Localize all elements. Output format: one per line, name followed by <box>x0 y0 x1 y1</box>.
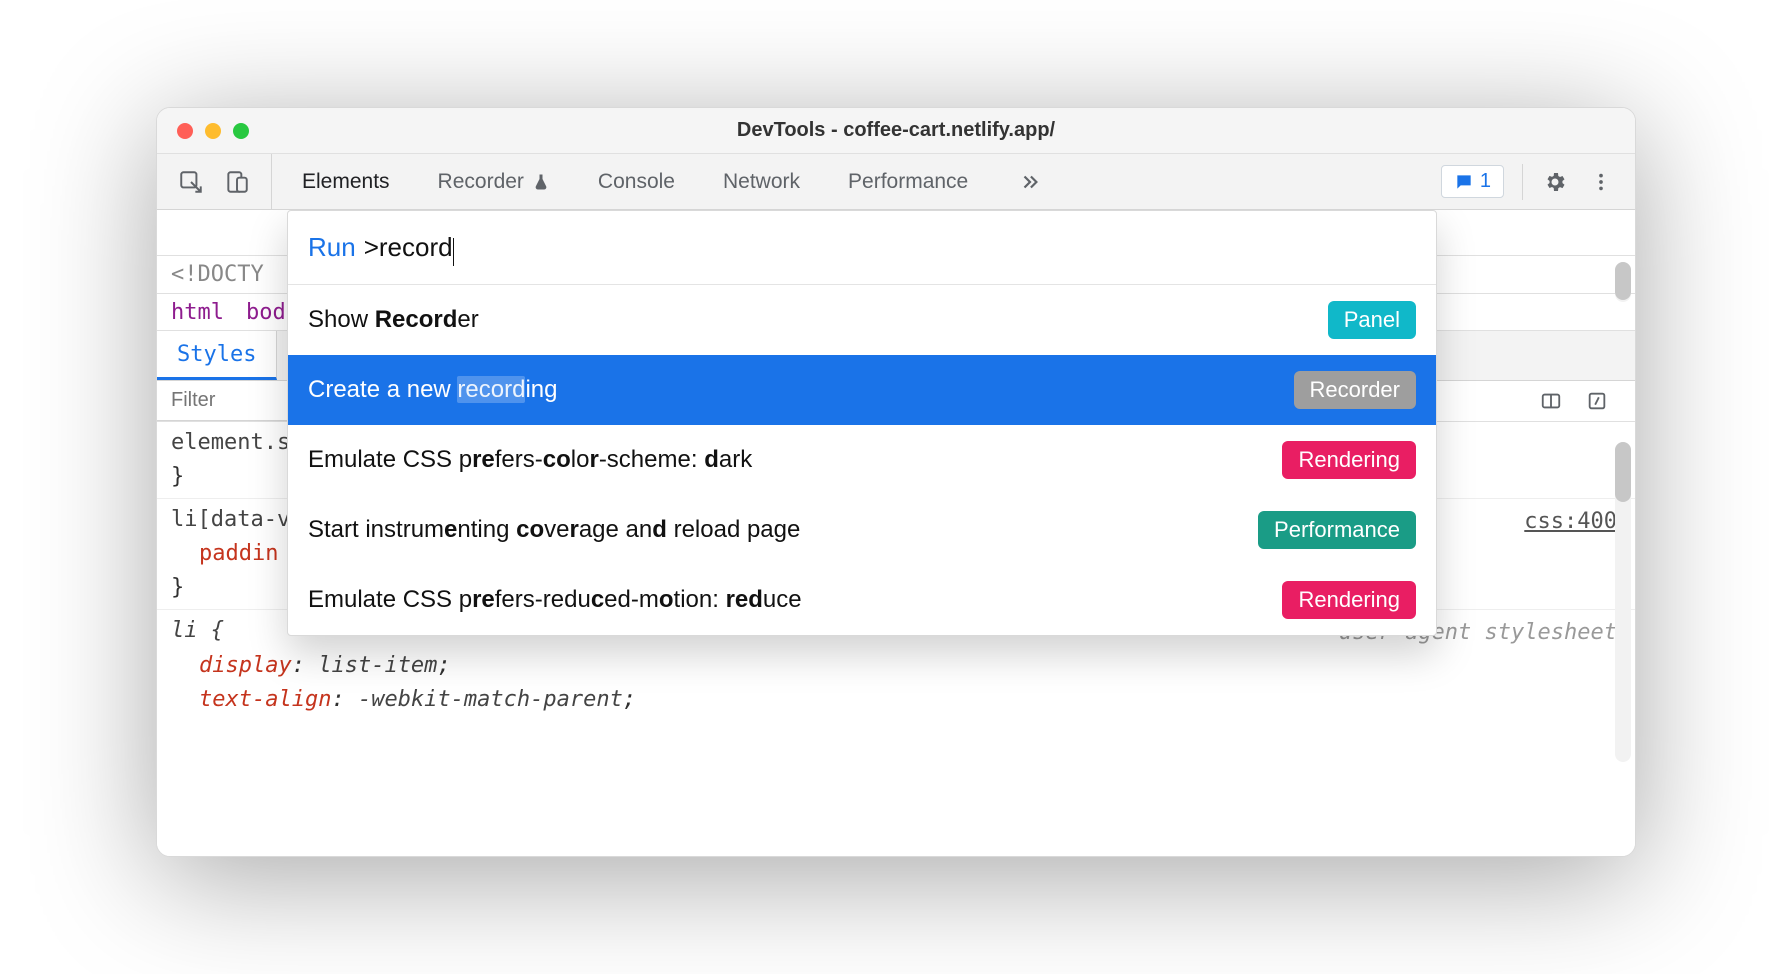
traffic-lights <box>157 123 249 139</box>
command-item-badge: Rendering <box>1282 441 1416 479</box>
issues-badge[interactable]: 1 <box>1441 165 1504 198</box>
css-property: text-align <box>199 687 331 712</box>
css-source-link[interactable]: css:400 <box>1524 505 1617 539</box>
command-item-label: Emulate CSS prefers-color-scheme: dark <box>308 446 752 474</box>
maximize-window-button[interactable] <box>233 123 249 139</box>
css-value: list-item <box>318 653 437 678</box>
tab-console[interactable]: Console <box>598 170 675 194</box>
settings-icon[interactable] <box>1541 168 1569 196</box>
more-tabs-icon[interactable] <box>1016 168 1044 196</box>
issues-count: 1 <box>1480 170 1491 193</box>
command-query: >record <box>364 232 453 263</box>
tab-performance[interactable]: Performance <box>848 170 968 194</box>
breadcrumb-item[interactable]: bod <box>246 300 286 325</box>
inspect-element-icon[interactable] <box>177 168 205 196</box>
command-item-badge: Performance <box>1258 511 1416 549</box>
tab-elements[interactable]: Elements <box>302 170 390 194</box>
tab-label: Recorder <box>438 170 524 194</box>
issues-icon <box>1454 172 1474 192</box>
command-item-label: Emulate CSS prefers-reduced-motion: redu… <box>308 586 802 614</box>
command-item[interactable]: Emulate CSS prefers-reduced-motion: redu… <box>288 565 1436 635</box>
tab-styles[interactable]: Styles <box>157 331 277 380</box>
devtools-tabbar: Elements Recorder Console Network Perfor… <box>157 154 1635 210</box>
command-item-label: Show Recorder <box>308 306 479 334</box>
minimize-window-button[interactable] <box>205 123 221 139</box>
device-toolbar-icon[interactable] <box>223 168 251 196</box>
window-title: DevTools - coffee-cart.netlify.app/ <box>157 119 1635 142</box>
css-property: paddin <box>199 541 278 566</box>
command-item[interactable]: Emulate CSS prefers-color-scheme: dark Re… <box>288 425 1436 495</box>
kebab-menu-icon[interactable] <box>1587 168 1615 196</box>
command-item-label: Start instrumenting coverage and reload … <box>308 516 800 544</box>
command-item-badge: Recorder <box>1294 371 1416 409</box>
css-selector: li { <box>171 618 224 643</box>
tab-label: Network <box>723 170 800 194</box>
flask-icon <box>532 173 550 191</box>
css-selector: element.s <box>171 430 290 455</box>
command-item-label: Create a new recording <box>308 376 557 404</box>
command-results: Show Recorder Panel Create a new recording… <box>288 285 1436 635</box>
command-item[interactable]: Start instrumenting coverage and reload … <box>288 495 1436 565</box>
command-item[interactable]: Show Recorder Panel <box>288 285 1436 355</box>
scrollbar[interactable] <box>1615 442 1631 762</box>
css-value: -webkit-match-parent <box>358 687 623 712</box>
toggle-classes-icon[interactable] <box>1537 387 1565 415</box>
command-item[interactable]: Create a new recording Recorder <box>288 355 1436 425</box>
tab-label: Performance <box>848 170 968 194</box>
close-window-button[interactable] <box>177 123 193 139</box>
command-item-badge: Rendering <box>1282 581 1416 619</box>
css-selector: li[data-v <box>171 507 290 532</box>
window-titlebar: DevTools - coffee-cart.netlify.app/ <box>157 108 1635 154</box>
devtools-window: DevTools - coffee-cart.netlify.app/ <box>156 107 1636 857</box>
main-panel: <!DOCTY html bod Styles <box>157 210 1635 856</box>
tab-label: Console <box>598 170 675 194</box>
tab-label: Elements <box>302 170 390 194</box>
tab-recorder[interactable]: Recorder <box>438 170 550 194</box>
breadcrumb-item[interactable]: html <box>171 300 224 325</box>
command-input-row[interactable]: Run >record <box>288 211 1436 285</box>
command-item-badge: Panel <box>1328 301 1416 339</box>
command-prefix: Run <box>308 232 356 263</box>
divider <box>1522 164 1523 200</box>
text-caret <box>453 238 455 266</box>
scrollbar[interactable] <box>1615 262 1631 302</box>
command-palette: Run >record Show Recorder Panel Create a n… <box>287 210 1437 636</box>
tab-network[interactable]: Network <box>723 170 800 194</box>
toggle-computed-icon[interactable] <box>1583 387 1611 415</box>
css-property: display <box>199 653 292 678</box>
